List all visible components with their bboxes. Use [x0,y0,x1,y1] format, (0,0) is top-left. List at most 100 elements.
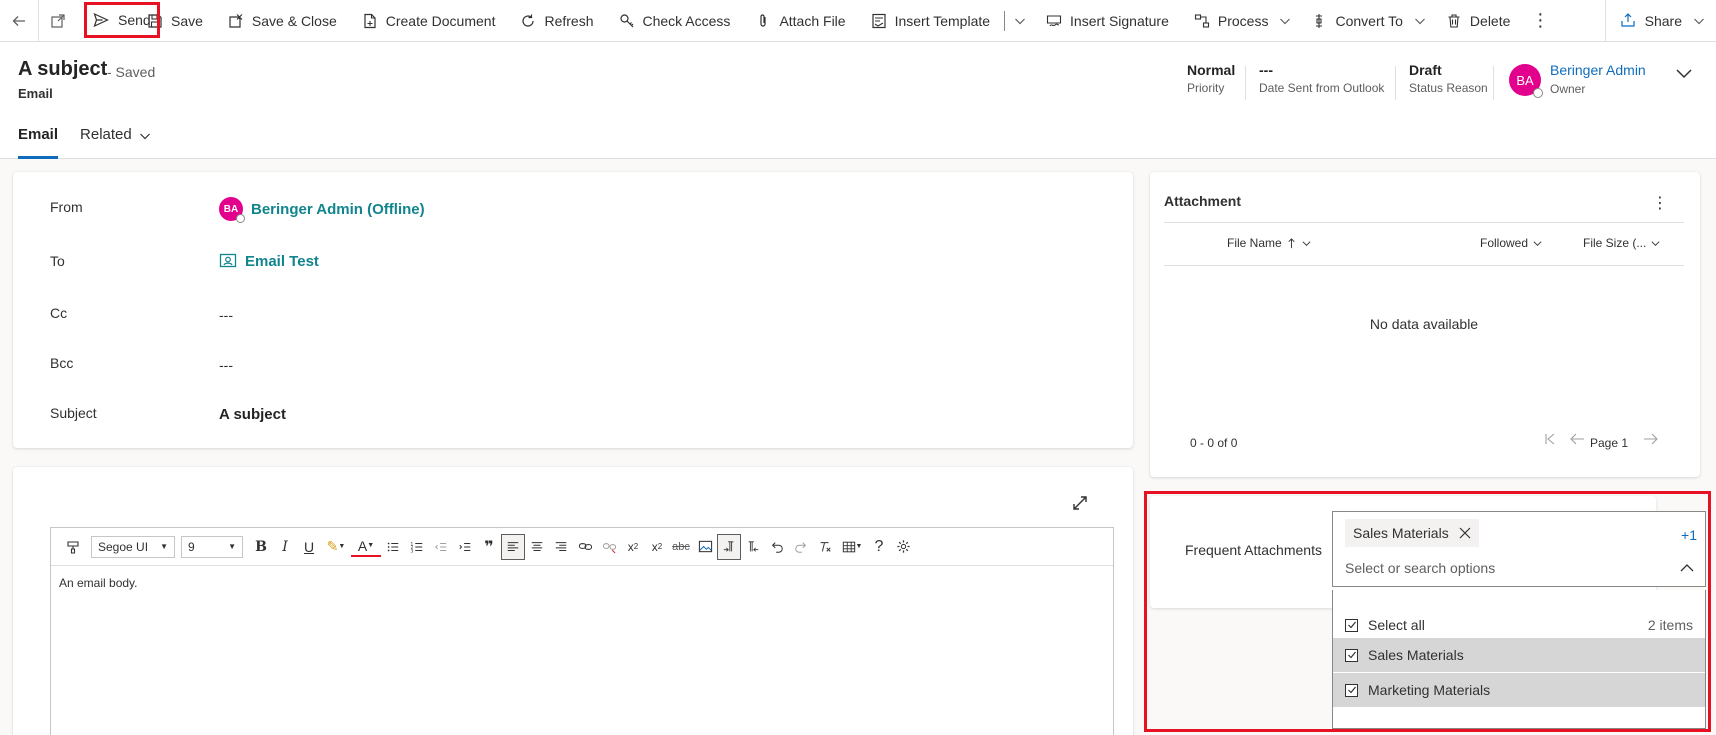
priority-value: Normal [1187,62,1236,78]
document-add-icon [361,12,379,30]
next-page-icon[interactable] [1643,432,1659,449]
ltr-direction-icon[interactable] [717,533,741,560]
header-expand-chevron-icon[interactable] [1672,62,1696,86]
expand-editor-icon[interactable] [1070,493,1090,513]
underline-icon[interactable]: U [297,534,321,560]
highlight-color-icon[interactable]: ✎ ▼ [321,534,351,560]
check-access-label: Check Access [642,12,731,29]
first-page-icon[interactable] [1543,432,1557,449]
attachment-more-icon[interactable]: ⋮ [1652,193,1668,213]
decrease-indent-icon[interactable] [429,534,453,560]
insert-template-button[interactable]: Insert Template [858,0,1002,42]
attachment-title: Attachment [1164,193,1242,209]
italic-icon[interactable]: I [273,534,297,560]
highlight-frame [1144,491,1711,732]
page-number: Page 1 [1590,436,1629,450]
divider [1164,222,1684,223]
column-header-file-size[interactable]: File Size (... [1583,236,1661,250]
rtl-direction-icon[interactable] [741,534,765,560]
gear-icon[interactable] [891,534,915,560]
check-access-button[interactable]: Check Access [606,0,743,42]
tab-email[interactable]: Email [18,122,59,159]
key-icon [618,12,636,30]
font-size-select[interactable]: 9 ▼ [181,535,243,558]
format-painter-icon[interactable] [61,534,85,560]
numbered-list-icon[interactable]: 123 [405,534,429,560]
share-button[interactable]: Share [1604,0,1716,42]
quote-icon[interactable]: ❞ [477,534,501,560]
presence-offline-icon [1533,88,1543,98]
owner-avatar[interactable]: BA [1509,64,1543,98]
save-close-button[interactable]: Save & Close [215,0,349,42]
delete-button[interactable]: Delete [1433,0,1522,42]
send-button[interactable]: Send [84,2,160,38]
unlink-icon[interactable] [597,534,621,560]
sort-ascending-icon [1288,237,1295,248]
help-icon[interactable]: ? [867,534,891,560]
signature-icon [1045,12,1063,30]
status-reason-field: Draft Status Reason [1409,62,1488,95]
header-divider [1395,66,1396,100]
increase-indent-icon[interactable] [453,534,477,560]
share-chevron-icon[interactable] [1682,0,1716,42]
superscript-icon[interactable]: x2 [621,534,645,560]
delete-label: Delete [1469,12,1511,29]
align-center-icon[interactable] [525,534,549,560]
subject-field[interactable]: A subject [219,406,286,423]
insert-table-icon[interactable]: ▼ [837,534,867,560]
attach-file-button[interactable]: Attach File [742,0,857,42]
priority-label: Priority [1187,81,1225,95]
toolbar-separator [1004,10,1006,31]
process-icon [1193,12,1211,30]
refresh-button[interactable]: Refresh [507,0,605,42]
open-in-new-window-icon[interactable] [38,0,76,42]
paperclip-icon [754,12,772,30]
create-document-label: Create Document [385,12,496,29]
font-color-icon[interactable]: A ▼ [351,537,381,557]
send-icon [93,11,111,29]
strikethrough-icon[interactable]: abc [669,534,693,560]
clear-formatting-icon[interactable] [813,534,837,560]
process-chevron-icon[interactable] [1272,0,1298,42]
insert-image-icon[interactable] [693,534,717,560]
insert-template-chevron-icon[interactable] [1007,0,1033,42]
from-lookup[interactable]: BA Beringer Admin (Offline) [219,197,425,223]
convert-to-button[interactable]: Convert To [1298,0,1406,42]
column-header-file-name[interactable]: File Name [1227,236,1312,250]
convert-to-chevron-icon[interactable] [1407,0,1433,42]
bcc-field[interactable]: --- [219,357,233,373]
cc-field[interactable]: --- [219,307,233,323]
back-arrow-icon[interactable] [0,0,38,42]
more-commands-icon[interactable]: ⋮ [1522,0,1558,42]
process-label: Process [1217,12,1269,29]
insert-signature-button[interactable]: Insert Signature [1033,0,1181,42]
process-button[interactable]: Process [1181,0,1273,42]
subscript-icon[interactable]: x2 [645,534,669,560]
link-icon[interactable] [573,534,597,560]
font-family-select[interactable]: Segoe UI ▼ [91,535,175,558]
owner-label: Owner [1550,82,1586,96]
bulleted-list-icon[interactable] [381,534,405,560]
align-right-icon[interactable] [549,534,573,560]
editor-body[interactable]: An email body. [51,566,1113,600]
form-tabs: Email Related [18,122,174,159]
bcc-label: Bcc [50,355,74,371]
create-document-button[interactable]: Create Document [349,0,508,42]
previous-page-icon[interactable] [1569,432,1585,449]
refresh-icon [519,12,537,30]
column-file-size-label: File Size (... [1583,236,1647,250]
column-header-followed[interactable]: Followed [1480,236,1543,250]
record-title: A subject [18,58,108,80]
owner-name-link[interactable]: Beringer Admin [1550,62,1646,78]
bold-icon[interactable]: B [249,534,273,560]
save-close-label: Save & Close [251,12,337,29]
tab-related[interactable]: Related [80,122,152,159]
presence-offline-icon [236,214,245,223]
align-left-icon[interactable] [501,533,525,560]
owner-initials: BA [1516,72,1534,88]
to-lookup[interactable]: Email Test [219,252,319,270]
dropdown-arrow-icon: ▼ [228,542,236,551]
redo-icon[interactable] [789,534,813,560]
undo-icon[interactable] [765,534,789,560]
from-label: From [50,199,83,215]
